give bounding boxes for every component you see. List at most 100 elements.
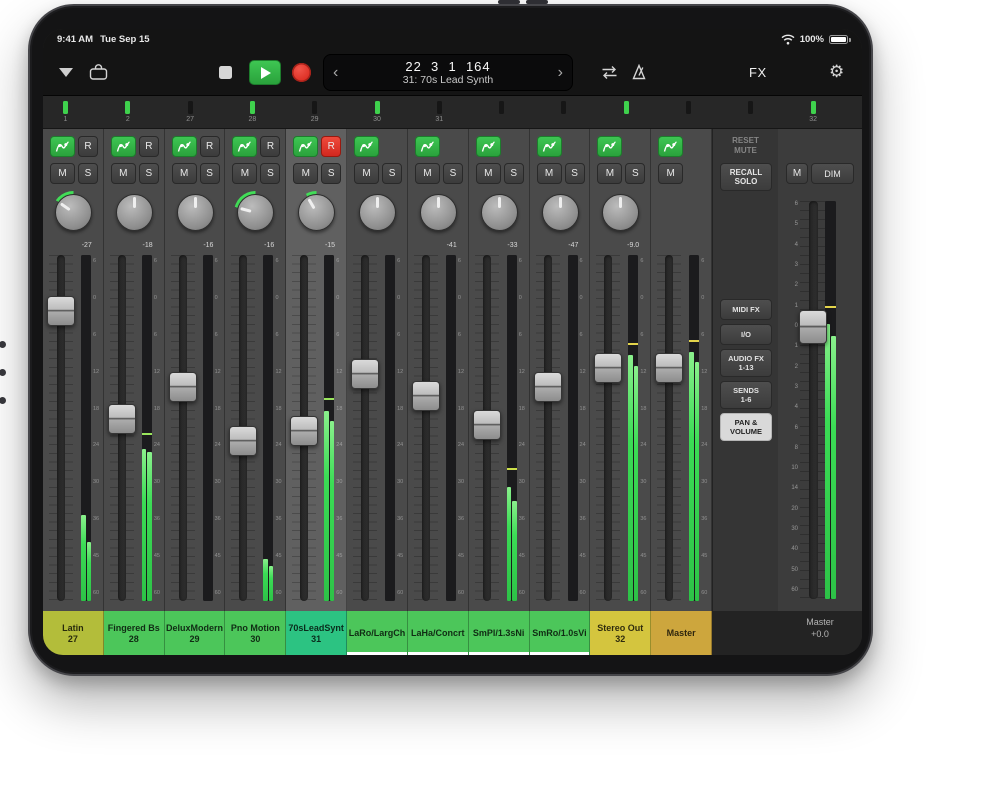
fader-cap[interactable] — [351, 359, 379, 389]
pan-knob[interactable] — [174, 191, 217, 234]
fader-cap[interactable] — [473, 410, 501, 440]
fader-cap[interactable] — [108, 404, 136, 434]
mute-button[interactable]: M — [658, 163, 683, 184]
lcd-display[interactable]: ‹ 22 3 1 164 31: 70s Lead Synth › — [323, 54, 573, 91]
pan-knob[interactable] — [234, 191, 277, 234]
mute-button[interactable]: M — [354, 163, 379, 184]
record-button[interactable] — [292, 63, 311, 82]
automation-button[interactable] — [293, 136, 318, 157]
mute-button[interactable]: M — [172, 163, 197, 184]
solo-button[interactable]: S — [78, 163, 98, 184]
next-track-chevron[interactable]: › — [558, 65, 563, 81]
solo-button[interactable]: S — [200, 163, 220, 184]
solo-button[interactable]: S — [139, 163, 159, 184]
automation-button[interactable] — [111, 136, 136, 157]
record-enable-button[interactable]: R — [260, 136, 280, 157]
fx-button[interactable]: FX — [749, 65, 767, 80]
fader-zone: 60612182430364560 — [347, 255, 407, 601]
track-label[interactable]: SmRo/1.0sVi — [530, 611, 591, 655]
pan-knob[interactable] — [539, 191, 582, 234]
automation-curve-icon — [359, 140, 374, 153]
master-mute-button[interactable]: M — [786, 163, 808, 184]
fader-cap[interactable] — [412, 381, 440, 411]
track-label[interactable]: Stereo Out32 — [590, 611, 651, 655]
pan-knob[interactable] — [52, 191, 95, 234]
fx-stack-button[interactable]: AUDIO FX1-13 — [720, 349, 772, 377]
settings-gear-icon[interactable]: ⚙ — [829, 62, 844, 82]
fader-scale-label: 24 — [580, 442, 586, 448]
fx-stack-button[interactable]: SENDS1-6 — [720, 381, 772, 409]
fx-stack-button[interactable]: MIDI FX — [720, 299, 772, 320]
fader-cap[interactable] — [290, 416, 318, 446]
fader-scale-label: 60 — [640, 590, 646, 596]
solo-button[interactable]: S — [321, 163, 341, 184]
fader-cap[interactable] — [47, 296, 75, 326]
fader-cap[interactable] — [169, 372, 197, 402]
track-label[interactable]: LaRo/LargCh — [347, 611, 408, 655]
stop-button[interactable] — [219, 66, 232, 79]
mute-button[interactable]: M — [111, 163, 136, 184]
pan-knob[interactable] — [417, 191, 460, 234]
hide-mixer-chevron-button[interactable] — [59, 68, 73, 77]
fx-stack-button[interactable]: I/O — [720, 324, 772, 345]
mute-button[interactable]: M — [597, 163, 622, 184]
fx-stack-button[interactable]: PAN &VOLUME — [720, 413, 772, 441]
record-enable-button[interactable]: R — [139, 136, 159, 157]
cycle-icon[interactable] — [599, 65, 620, 80]
pan-knob[interactable] — [599, 191, 642, 234]
automation-button[interactable] — [232, 136, 257, 157]
metronome-icon[interactable] — [631, 64, 647, 80]
track-label[interactable]: Pno Motion30 — [225, 611, 286, 655]
mute-button[interactable]: M — [537, 163, 562, 184]
mute-button[interactable]: M — [293, 163, 318, 184]
record-enable-button[interactable]: R — [78, 136, 98, 157]
fader-scale-label: 45 — [701, 553, 707, 559]
pan-knob[interactable] — [478, 191, 521, 234]
automation-button[interactable] — [537, 136, 562, 157]
track-label[interactable]: Master — [651, 611, 712, 655]
mute-button[interactable]: M — [50, 163, 75, 184]
solo-button[interactable]: S — [504, 163, 524, 184]
recall-solo-button[interactable]: RECALL SOLO — [720, 163, 772, 191]
pan-knob[interactable] — [356, 191, 399, 234]
solo-button[interactable]: S — [565, 163, 585, 184]
play-button[interactable] — [249, 60, 281, 85]
fader-cap[interactable] — [594, 353, 622, 383]
master-fader-cap[interactable] — [799, 310, 827, 344]
automation-button[interactable] — [415, 136, 440, 157]
solo-button[interactable]: S — [382, 163, 402, 184]
track-label[interactable]: LaHa/Concrt — [408, 611, 469, 655]
pan-knob[interactable] — [295, 191, 338, 234]
automation-button[interactable] — [597, 136, 622, 157]
solo-button[interactable]: S — [260, 163, 280, 184]
automation-button[interactable] — [476, 136, 501, 157]
solo-button[interactable]: S — [443, 163, 463, 184]
track-label[interactable]: Fingered Bs28 — [104, 611, 165, 655]
mute-button[interactable]: M — [415, 163, 440, 184]
solo-button[interactable]: S — [625, 163, 645, 184]
track-label[interactable]: 70sLeadSynt31 — [286, 611, 347, 655]
fader-cap[interactable] — [229, 426, 257, 456]
fader-scale-label: 6 — [154, 332, 157, 338]
fader-cap[interactable] — [534, 372, 562, 402]
channel-strip: MS-9.060612182430364560 — [590, 129, 651, 611]
automation-button[interactable] — [172, 136, 197, 157]
mute-button[interactable]: M — [232, 163, 257, 184]
fader-cap[interactable] — [655, 353, 683, 383]
automation-button[interactable] — [354, 136, 379, 157]
track-label[interactable]: SmPl/1.3sNi — [469, 611, 530, 655]
reset-mute-button[interactable]: RESET MUTE — [713, 136, 778, 156]
pan-knob[interactable] — [113, 191, 156, 234]
level-readout: -47 — [568, 242, 578, 249]
automation-button[interactable] — [658, 136, 683, 157]
browser-icon[interactable] — [89, 64, 108, 80]
reset-mute-line2: MUTE — [713, 146, 778, 156]
track-label[interactable]: Latin27 — [43, 611, 104, 655]
level-readout: -16 — [264, 242, 274, 249]
master-dim-button[interactable]: DIM — [811, 163, 854, 184]
automation-button[interactable] — [50, 136, 75, 157]
record-enable-button[interactable]: R — [200, 136, 220, 157]
record-enable-button[interactable]: R — [321, 136, 341, 157]
mute-button[interactable]: M — [476, 163, 501, 184]
track-label[interactable]: DeluxModern29 — [165, 611, 226, 655]
